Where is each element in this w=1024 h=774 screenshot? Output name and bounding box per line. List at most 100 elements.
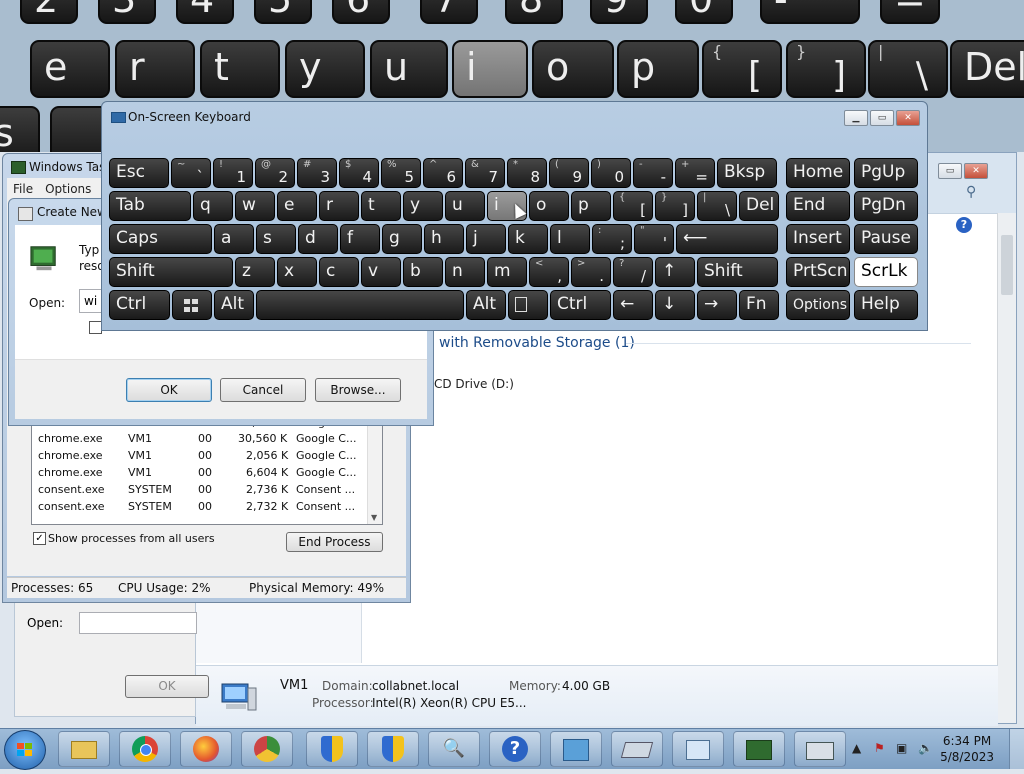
menu-file[interactable]: File — [13, 182, 33, 196]
osk-key-q[interactable]: q — [193, 191, 233, 221]
shield-icon[interactable] — [306, 731, 358, 767]
osk-key-7[interactable]: & 7 — [465, 158, 505, 188]
help-icon[interactable]: ? — [956, 217, 972, 233]
osk-key-ctrl[interactable]: Ctrl — [550, 290, 611, 320]
osk-key-9[interactable]: (9 — [549, 158, 589, 188]
osk-key-symbol[interactable]: ↑ — [655, 257, 695, 287]
osk-key-h[interactable]: h — [424, 224, 464, 254]
osk-key-del[interactable]: Del — [739, 191, 779, 221]
explorer-scrollbar[interactable] — [997, 213, 1016, 723]
osk-key-s[interactable]: s — [256, 224, 296, 254]
cd-drive-item[interactable]: CD Drive (D:) — [434, 377, 514, 391]
osk-close-button[interactable]: ✕ — [896, 110, 920, 126]
osk-maximize-button[interactable]: ▭ — [870, 110, 894, 126]
osk-key-symbol[interactable]: >. — [571, 257, 611, 287]
osk-key-p[interactable]: p — [571, 191, 611, 221]
osk-key-shift[interactable]: Shift — [109, 257, 233, 287]
scrollbar-thumb[interactable] — [1001, 235, 1013, 295]
removable-drive-icon[interactable] — [611, 731, 663, 767]
osk-key-m[interactable]: m — [487, 257, 527, 287]
osk-key-0[interactable]: ) 0 — [591, 158, 631, 188]
show-desktop-button[interactable] — [1009, 729, 1024, 769]
explorer-icon[interactable] — [58, 731, 110, 767]
volume-icon[interactable]: 🔈 — [918, 741, 933, 755]
table-row[interactable]: consent.exe SYSTEM 00 2,736 K Consent ... — [32, 482, 367, 499]
osk-key-symbol[interactable]: ⟵ — [676, 224, 778, 254]
osk-key-symbol[interactable]: {[ — [613, 191, 653, 221]
action-center-icon[interactable]: ⚑ — [874, 741, 885, 755]
osk-key-symbol[interactable]: :; — [592, 224, 632, 254]
chrome-icon[interactable] — [119, 731, 171, 767]
osk-key-insert[interactable]: Insert — [786, 224, 850, 254]
osk-key-v[interactable]: v — [361, 257, 401, 287]
osk-key-j[interactable]: j — [466, 224, 506, 254]
osk-key-6[interactable]: ^ 6 — [423, 158, 463, 188]
osk-key-symbol[interactable]: → — [697, 290, 737, 320]
run-open-input[interactable] — [79, 612, 197, 634]
browse-button[interactable]: Browse... — [315, 378, 401, 402]
run-ok-button[interactable]: OK — [125, 675, 209, 698]
process-list[interactable]: chrome.exeVM10014,172 KGoogle C... chrom… — [31, 421, 383, 525]
help-icon[interactable]: ? — [489, 731, 541, 767]
osk-key-shift[interactable]: Shift — [697, 257, 778, 287]
end-process-button[interactable]: End Process — [286, 532, 383, 552]
osk-key-scrlk[interactable]: ScrLk — [854, 257, 918, 287]
osk-key-w[interactable]: w — [235, 191, 275, 221]
table-row[interactable]: chrome.exe VM1 00 6,604 K Google C... — [32, 465, 367, 482]
ok-button[interactable]: OK — [126, 378, 212, 402]
osk-key-bksp[interactable]: Bksp — [717, 158, 777, 188]
menu-options[interactable]: Options — [45, 182, 91, 196]
osk-key-x[interactable]: x — [277, 257, 317, 287]
osk-key-symbol[interactable]: ← — [613, 290, 653, 320]
osk-key-end[interactable]: End — [786, 191, 850, 221]
osk-key-8[interactable]: * 8 — [507, 158, 547, 188]
table-row[interactable]: consent.exe SYSTEM 00 2,732 K Consent ... — [32, 499, 367, 516]
task-manager-icon[interactable] — [733, 731, 785, 767]
osk-key-prtscn[interactable]: PrtScn — [786, 257, 850, 287]
osk-key-a[interactable]: a — [214, 224, 254, 254]
osk-key-esc[interactable]: Esc — [109, 158, 169, 188]
explorer-maximize-button[interactable]: ▭ — [938, 163, 962, 179]
osk-key-tab[interactable]: Tab — [109, 191, 191, 221]
osk-key-pgup[interactable]: PgUp — [854, 158, 918, 188]
osk-key-b[interactable]: b — [403, 257, 443, 287]
osk-key-symbol[interactable]: ~ ` — [171, 158, 211, 188]
osk-key-symbol[interactable]: }] — [655, 191, 695, 221]
osk-key-u[interactable]: u — [445, 191, 485, 221]
osk-key-symbol[interactable]: " ' — [634, 224, 674, 254]
osk-key-alt[interactable]: Alt — [466, 290, 506, 320]
osk-key-f[interactable]: f — [340, 224, 380, 254]
osk-key-c[interactable]: c — [319, 257, 359, 287]
search-icon[interactable]: ⚲ — [966, 184, 976, 200]
menu-key-key[interactable] — [508, 290, 548, 320]
osk-key-alt[interactable]: Alt — [214, 290, 254, 320]
chrome-dev-icon[interactable] — [241, 731, 293, 767]
osk-key-help[interactable]: Help — [854, 290, 918, 320]
osk-key-d[interactable]: d — [298, 224, 338, 254]
shield-icon[interactable] — [367, 731, 419, 767]
show-all-users-checkbox[interactable]: ✓ — [33, 532, 46, 545]
osk-key-symbol[interactable]: | \ — [697, 191, 737, 221]
osk-key-5[interactable]: % 5 — [381, 158, 421, 188]
osk-key-pgdn[interactable]: PgDn — [854, 191, 918, 221]
osk-minimize-button[interactable]: ▁ — [844, 110, 868, 126]
explorer-close-button[interactable]: ✕ — [964, 163, 988, 179]
osk-key-k[interactable]: k — [508, 224, 548, 254]
cancel-button[interactable]: Cancel — [220, 378, 306, 402]
firefox-icon[interactable] — [180, 731, 232, 767]
osk-key-space[interactable] — [256, 290, 464, 320]
start-button[interactable] — [4, 730, 46, 770]
osk-key-pause[interactable]: Pause — [854, 224, 918, 254]
osk-key-home[interactable]: Home — [786, 158, 850, 188]
table-row[interactable]: chrome.exe VM1 00 30,560 K Google C... — [32, 431, 367, 448]
osk-key-o[interactable]: o — [529, 191, 569, 221]
osk-key-1[interactable]: ! 1 — [213, 158, 253, 188]
osk-key-r[interactable]: r — [319, 191, 359, 221]
clock[interactable]: 6:34 PM 5/8/2023 — [940, 733, 994, 765]
osk-key-3[interactable]: #3 — [297, 158, 337, 188]
osk-key-e[interactable]: e — [277, 191, 317, 221]
osk-key-symbol[interactable]: <, — [529, 257, 569, 287]
osk-key-symbol[interactable]: + = — [675, 158, 715, 188]
osk-key-fn[interactable]: Fn — [739, 290, 779, 320]
osk-key-2[interactable]: @2 — [255, 158, 295, 188]
